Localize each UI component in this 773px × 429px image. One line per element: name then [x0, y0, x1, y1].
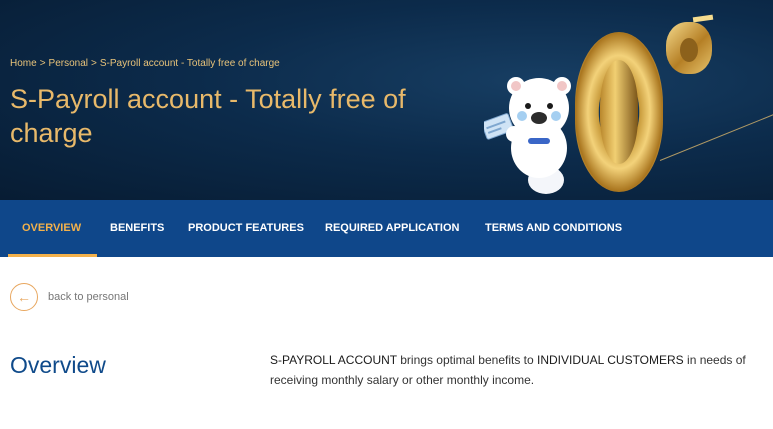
arrow-left-icon[interactable]: ← [10, 283, 38, 311]
tab-bar: OVERVIEW BENEFITS PRODUCT FEATURES REQUI… [0, 200, 773, 257]
tab-required-application[interactable]: REQUIRED APPLICATION [325, 200, 459, 257]
bear-mascot-illustration [484, 77, 571, 194]
breadcrumb-personal-link[interactable]: Personal [49, 58, 88, 69]
dong-symbol-bar [692, 14, 714, 23]
description-text: brings optimal benefits to [396, 353, 537, 367]
active-tab-indicator [8, 254, 97, 257]
back-link-label[interactable]: back to personal [48, 291, 129, 303]
breadcrumb-separator: > [39, 58, 46, 69]
tab-overview[interactable]: OVERVIEW [22, 200, 81, 257]
tab-terms-and-conditions[interactable]: TERMS AND CONDITIONS [485, 200, 622, 257]
breadcrumb-current: S-Payroll account - Totally free of char… [99, 58, 280, 69]
back-to-personal-link[interactable]: ← back to personal [10, 282, 129, 312]
page-title: S-Payroll account - Totally free of char… [10, 84, 406, 148]
decorative-gold-line [659, 107, 773, 161]
hero-banner: Home > Personal > S-Payroll account - Totall… [0, 0, 773, 200]
product-name: S-PAYROLL ACCOUNT [270, 353, 397, 367]
gold-zero-inner [600, 60, 638, 164]
tab-product-features[interactable]: PRODUCT FEATURES [188, 200, 304, 257]
section-heading-overview: Overview [10, 352, 106, 378]
overview-description: S-PAYROLL ACCOUNT brings optimal benefit… [270, 350, 765, 390]
customer-segment: INDIVIDUAL CUSTOMERS [537, 353, 684, 367]
tab-benefits[interactable]: BENEFITS [110, 200, 164, 257]
dong-symbol-hole [680, 38, 698, 62]
breadcrumb: Home > Personal > S-Payroll account - Totall… [10, 58, 280, 69]
breadcrumb-home-link[interactable]: Home [10, 58, 37, 69]
breadcrumb-separator: > [91, 58, 97, 69]
